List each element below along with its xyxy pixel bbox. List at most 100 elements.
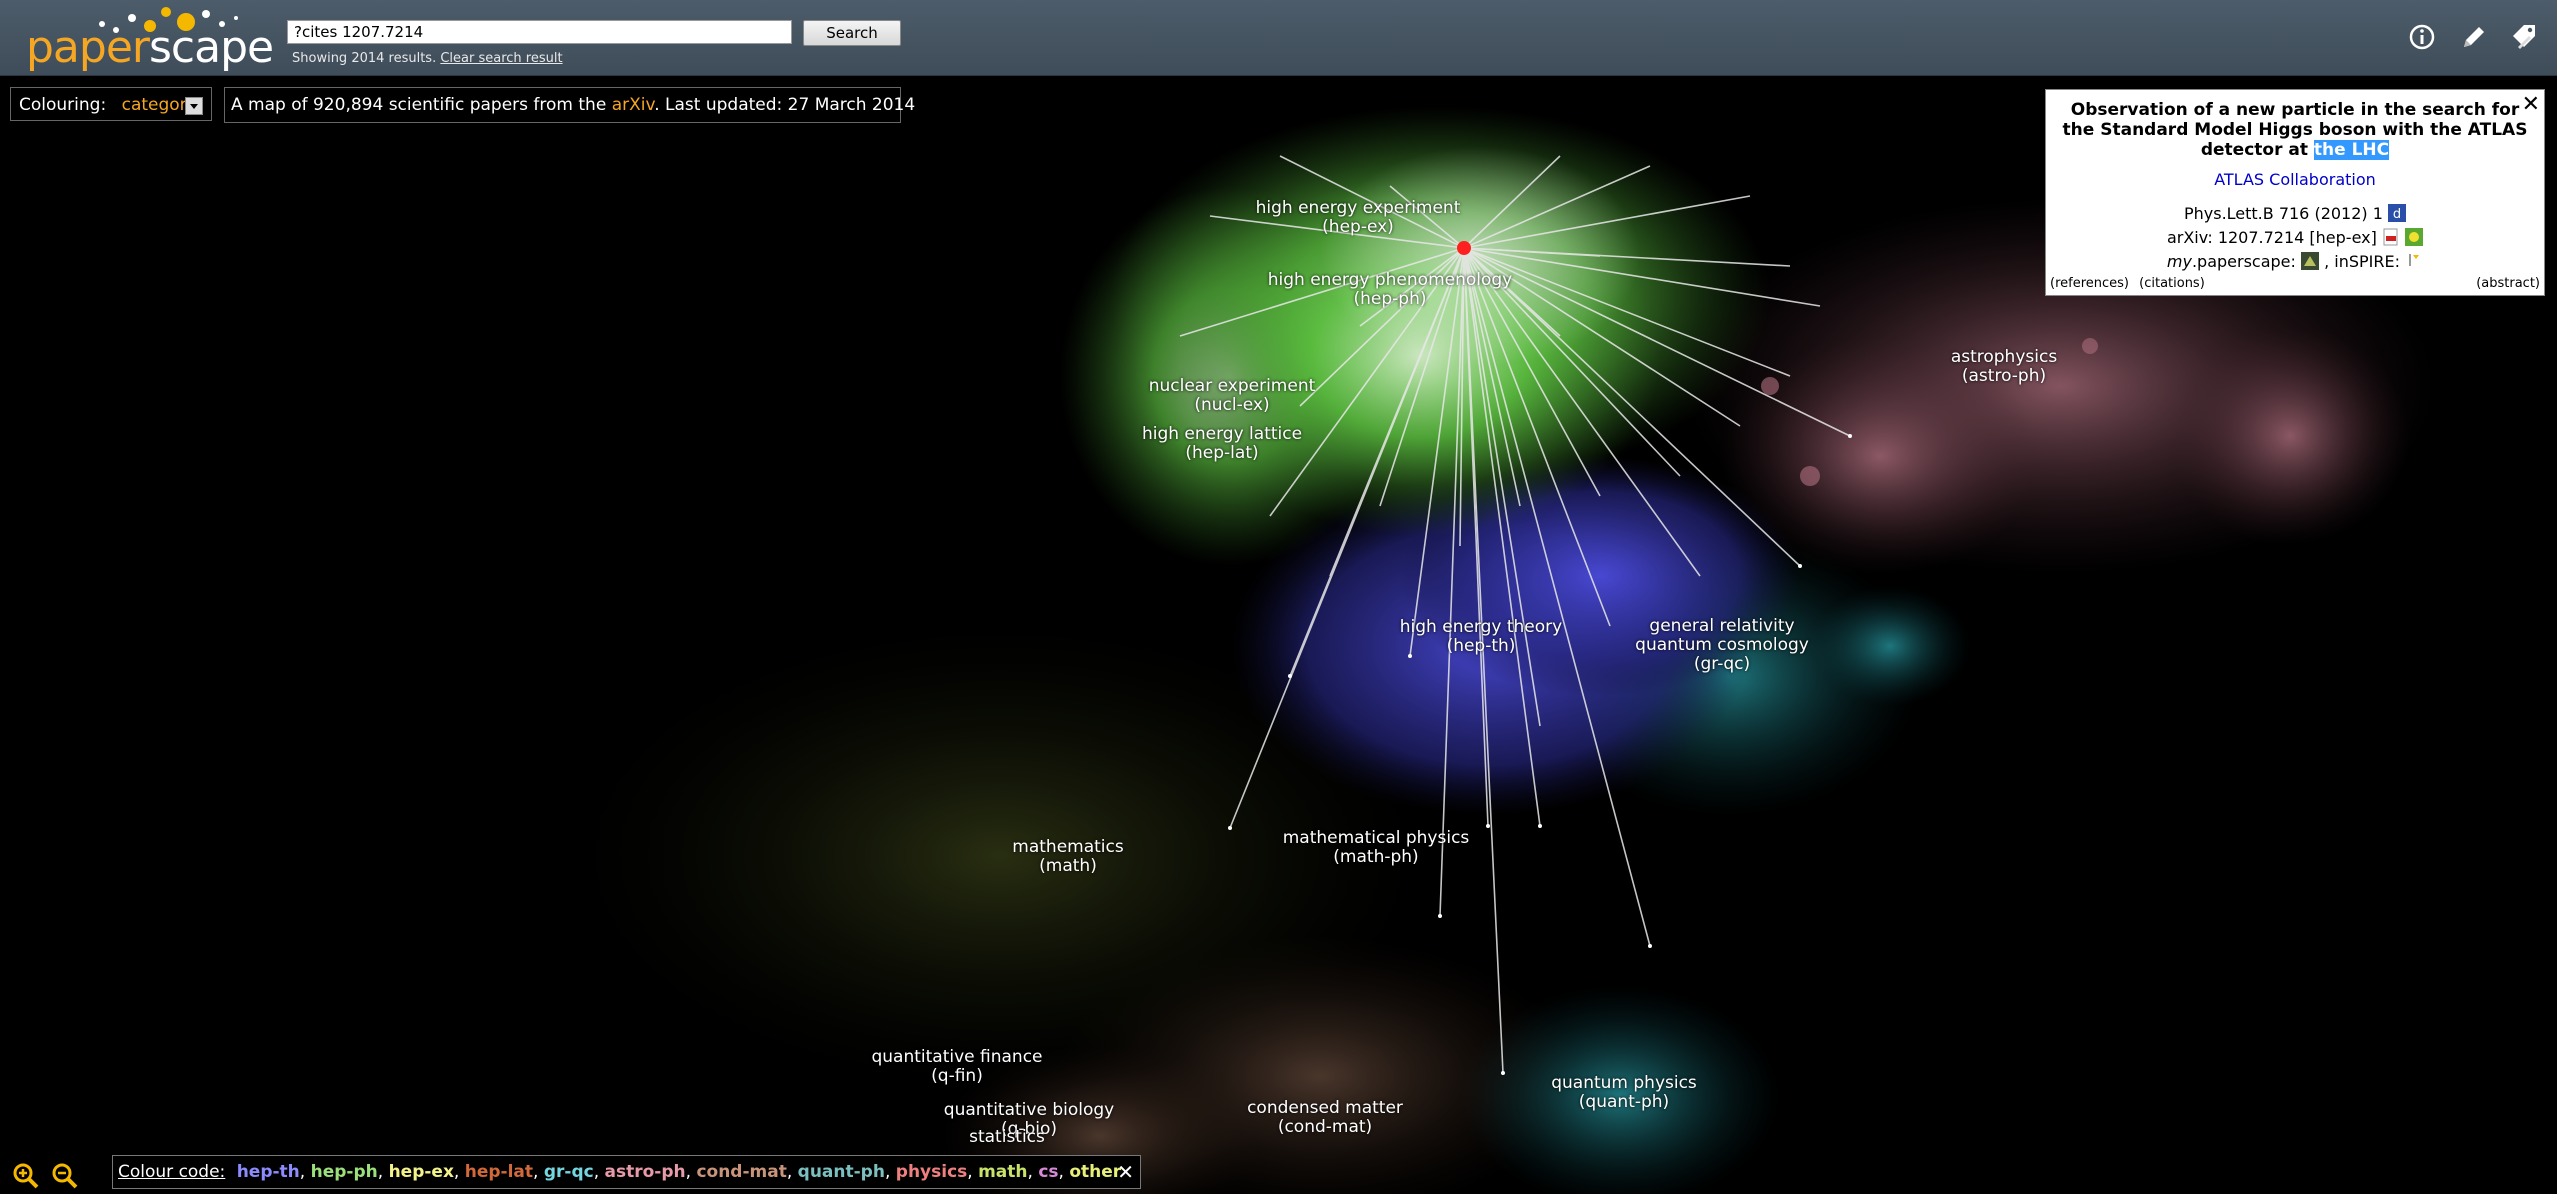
- info-icon[interactable]: [2405, 20, 2439, 54]
- region-label-nucl-ex: nuclear experiment (nucl-ex): [1149, 377, 1316, 415]
- paper-journal: Phys.Lett.B 716 (2012) 1 d: [2046, 204, 2544, 223]
- legend-item-gr-qc[interactable]: gr-qc: [544, 1162, 594, 1182]
- region-label-hep-th-name: high energy theory: [1399, 617, 1563, 637]
- region-label-hep-ph-name: high energy phenomenology: [1267, 270, 1513, 290]
- legend-separator: ,: [884, 1162, 896, 1182]
- region-label-q-fin-name: quantitative finance: [871, 1047, 1043, 1067]
- abstract-link[interactable]: (abstract): [2476, 276, 2540, 291]
- region-label-cond-mat: condensed matter (cond-mat): [1247, 1099, 1403, 1137]
- region-label-math-ph-code: (math-ph): [1333, 847, 1419, 867]
- region-label-hep-th: high energy theory (hep-th): [1400, 618, 1562, 656]
- paper-title: Observation of a new particle in the sea…: [2056, 100, 2534, 160]
- region-label-gr-qc-name: general relativity: [1649, 616, 1795, 636]
- region-label-hep-lat-code: (hep-lat): [1185, 443, 1259, 463]
- paperscape-logo[interactable]: paperscape: [26, 4, 274, 74]
- map-info-banner: A map of 920,894 scientific papers from …: [224, 87, 915, 123]
- region-label-math: mathematics (math): [1012, 838, 1123, 876]
- legend-item-physics[interactable]: physics: [896, 1162, 968, 1182]
- region-label-gr-qc: general relativity quantum cosmology (gr…: [1635, 617, 1809, 674]
- region-label-nucl-ex-name: nuclear experiment: [1148, 376, 1316, 396]
- doi-icon[interactable]: d: [2388, 204, 2407, 222]
- legend-item-cs[interactable]: cs: [1038, 1162, 1058, 1182]
- region-label-hep-lat: high energy lattice (hep-lat): [1142, 425, 1302, 463]
- region-label-math-ph-name: mathematical physics: [1282, 828, 1470, 848]
- legend-separator: ,: [967, 1162, 979, 1182]
- citations-link[interactable]: (citations): [2139, 276, 2205, 291]
- region-label-q-fin-code: (q-fin): [931, 1066, 983, 1086]
- region-label-hep-ex: high energy experiment (hep-ex): [1256, 199, 1461, 237]
- search-result-status: Showing 2014 results. Clear search resul…: [292, 51, 563, 66]
- legend-item-other[interactable]: other: [1069, 1162, 1121, 1182]
- region-label-stat-name: statistics: [969, 1127, 1045, 1147]
- legend-item-cond-mat[interactable]: cond-mat: [696, 1162, 786, 1182]
- region-label-hep-ph-code: (hep-ph): [1353, 289, 1427, 309]
- inspire-icon[interactable]: [2405, 252, 2423, 270]
- region-label-astro-ph: astrophysics (astro-ph): [1951, 348, 2057, 386]
- results-count-text: Showing 2014 results.: [292, 51, 437, 66]
- region-label-q-fin: quantitative finance (q-fin): [871, 1048, 1042, 1086]
- region-label-quant-ph-code: (quant-ph): [1578, 1092, 1670, 1112]
- search-button[interactable]: Search: [803, 20, 901, 46]
- colour-code-legend: Colour code: hep-th, hep-ph, hep-ex, hep…: [112, 1155, 1141, 1189]
- logo-text-paper: paper: [26, 22, 150, 73]
- region-label-cond-mat-name: condensed matter: [1247, 1098, 1403, 1118]
- paper-journal-ref: Phys.Lett.B 716 (2012) 1: [2183, 204, 2383, 223]
- search-input[interactable]: [287, 20, 792, 44]
- pdf-icon[interactable]: [2382, 228, 2400, 246]
- region-label-math-code: (math): [1039, 856, 1097, 876]
- legend-item-quant-ph[interactable]: quant-ph: [798, 1162, 885, 1182]
- legend-label[interactable]: Colour code:: [118, 1162, 225, 1182]
- region-label-math-name: mathematics: [1012, 837, 1124, 857]
- legend-separator: ,: [593, 1162, 605, 1182]
- paper-title-highlight: the LHC: [2313, 140, 2390, 160]
- legend-separator: ,: [1058, 1162, 1070, 1182]
- tags-icon[interactable]: [2508, 20, 2542, 54]
- legend-item-astro-ph[interactable]: astro-ph: [605, 1162, 686, 1182]
- legend-separator: ,: [453, 1162, 465, 1182]
- region-label-astro-ph-code: (astro-ph): [1961, 366, 2047, 386]
- my-paperscape-icon[interactable]: [2301, 252, 2319, 270]
- my-prefix: my: [2166, 252, 2192, 271]
- clear-search-link[interactable]: Clear search result: [440, 51, 562, 66]
- legend-item-hep-th[interactable]: hep-th: [237, 1162, 300, 1182]
- paper-arxiv: arXiv: 1207.7214 [hep-ex]: [2046, 228, 2544, 247]
- selected-paper-marker: [1457, 241, 1471, 255]
- legend-item-math[interactable]: math: [978, 1162, 1027, 1182]
- chevron-down-icon[interactable]: [185, 97, 203, 115]
- region-label-cond-mat-code: (cond-mat): [1277, 1117, 1373, 1137]
- close-icon[interactable]: ✕: [1117, 1156, 1134, 1188]
- region-label-stat: statistics: [969, 1128, 1045, 1147]
- region-label-nucl-ex-code: (nucl-ex): [1194, 395, 1270, 415]
- paper-arxiv-id: arXiv: 1207.7214 [hep-ex]: [2166, 228, 2377, 247]
- legend-item-hep-lat[interactable]: hep-lat: [465, 1162, 533, 1182]
- legend-separator: ,: [533, 1162, 544, 1182]
- legend-separator: ,: [1027, 1162, 1039, 1182]
- region-label-hep-ex-code: (hep-ex): [1322, 217, 1394, 237]
- zoom-in-icon[interactable]: [12, 1162, 40, 1190]
- legend-item-hep-ph[interactable]: hep-ph: [311, 1162, 378, 1182]
- colouring-selector[interactable]: Colouring: category: [10, 87, 212, 121]
- banner-prefix: A map of 920,894 scientific papers from …: [231, 95, 612, 115]
- banner-suffix: . Last updated: 27 March 2014: [654, 95, 916, 115]
- inspire-label: , inSPIRE:: [2324, 252, 2400, 271]
- legend-item-hep-ex[interactable]: hep-ex: [389, 1162, 454, 1182]
- region-label-quant-ph: quantum physics (quant-ph): [1551, 1074, 1697, 1112]
- zoom-out-icon[interactable]: [51, 1162, 79, 1190]
- legend-separator: ,: [299, 1162, 311, 1182]
- paper-title-text: Observation of a new particle in the sea…: [2062, 100, 2528, 160]
- references-link[interactable]: (references): [2050, 276, 2129, 291]
- arxiv-abstract-icon[interactable]: [2405, 228, 2424, 246]
- legend-separator: ,: [377, 1162, 389, 1182]
- region-label-quant-ph-name: quantum physics: [1551, 1073, 1697, 1093]
- paper-my-paperscape: my.paperscape: , inSPIRE:: [2046, 252, 2544, 271]
- pencil-icon[interactable]: [2457, 20, 2491, 54]
- region-label-hep-ph: high energy phenomenology (hep-ph): [1268, 271, 1512, 309]
- colouring-label: Colouring:: [19, 95, 107, 115]
- paper-authors[interactable]: ATLAS Collaboration: [2046, 170, 2544, 189]
- arxiv-link[interactable]: arXiv: [612, 95, 655, 115]
- my-suffix: .paperscape:: [2191, 252, 2296, 271]
- svg-text:d: d: [2393, 207, 2401, 222]
- region-label-q-bio-name: quantitative biology: [943, 1100, 1115, 1120]
- legend-separator: ,: [685, 1162, 697, 1182]
- paper-links: (references) (citations) (abstract): [2050, 276, 2540, 291]
